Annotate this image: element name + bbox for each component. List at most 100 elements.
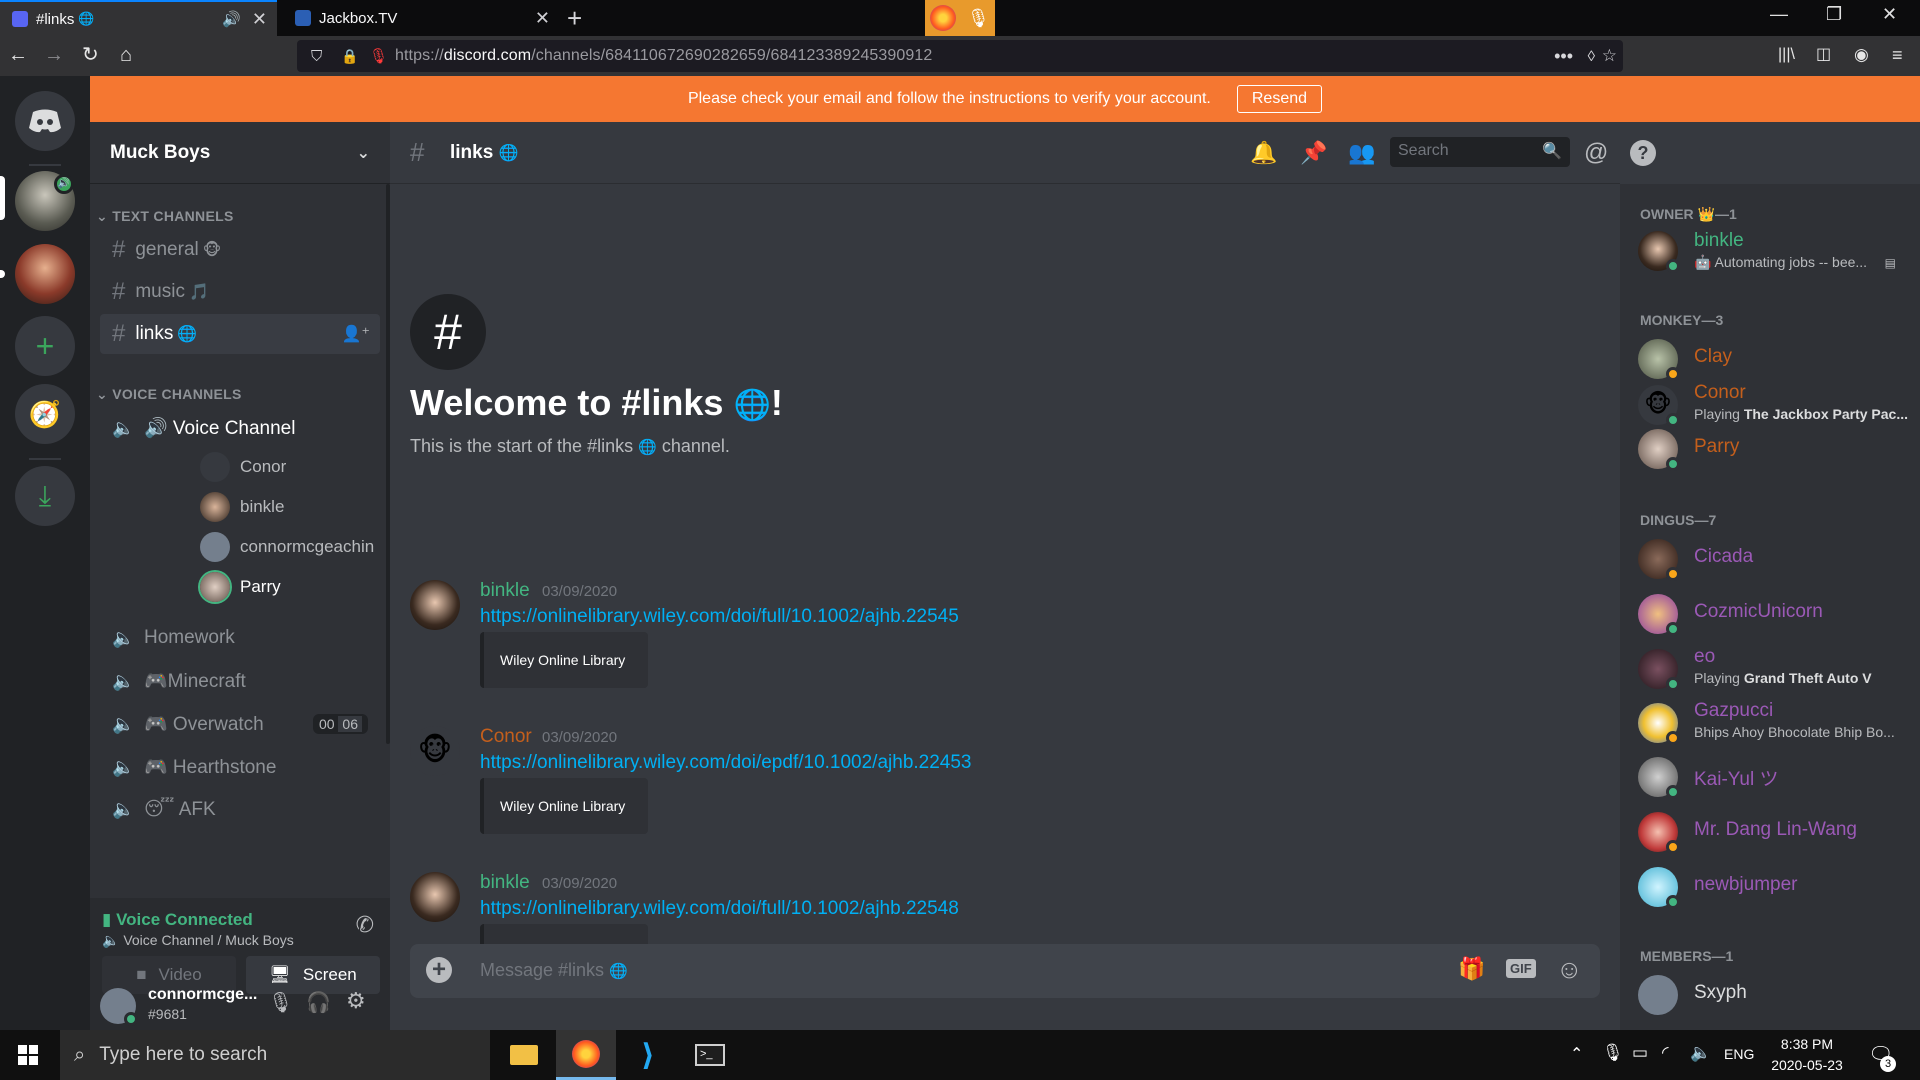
home-icon[interactable]: ⌂	[120, 44, 132, 66]
download-icon[interactable]: ⤓	[15, 466, 75, 526]
voice-channel[interactable]: 🔈 Homework	[100, 618, 380, 658]
message-link[interactable]: https://onlinelibrary.wiley.com/doi/full…	[480, 606, 959, 628]
pin-icon[interactable]: 📌	[1300, 140, 1327, 166]
member-item[interactable]: Mr. Dang Lin-Wang	[1638, 807, 1908, 857]
close-tab-icon[interactable]: ✕	[252, 9, 267, 30]
message-author[interactable]: Conor	[480, 726, 532, 748]
voice-member[interactable]: connormcgeachin	[200, 532, 374, 562]
avatar[interactable]: 🐵	[410, 726, 460, 776]
tab-jackbox[interactable]: Jackbox.TV ✕	[283, 0, 560, 36]
voice-member[interactable]: Conor	[200, 452, 286, 482]
server-header[interactable]: Muck Boys ⌄	[90, 122, 390, 184]
discord-home-icon[interactable]	[15, 91, 75, 151]
help-icon[interactable]: ?	[1630, 139, 1656, 166]
message-input[interactable]: Message #links 🌐	[480, 960, 628, 981]
server-other[interactable]	[15, 244, 75, 304]
restore-icon[interactable]: ❐	[1826, 4, 1842, 25]
channel-links[interactable]: # links 🌐 👤⁺	[100, 314, 380, 354]
link-embed[interactable]: Wiley Online Library	[480, 778, 648, 834]
sidebar-icon[interactable]: ◫	[1816, 44, 1831, 66]
avatar[interactable]	[410, 580, 460, 630]
settings-gear-icon[interactable]: ⚙	[346, 988, 366, 1014]
volume-icon[interactable]: 🔈	[1690, 1043, 1711, 1063]
close-tab-icon[interactable]: ✕	[535, 8, 550, 29]
upload-plus-icon[interactable]: +	[426, 957, 452, 983]
voice-channel[interactable]: 🔈 😴 AFK	[100, 789, 380, 829]
clock[interactable]: 8:38 PM 2020-05-23	[1768, 1034, 1846, 1076]
pocket-icon[interactable]: ◊	[1588, 48, 1595, 65]
page-actions-icon[interactable]: •••	[1554, 46, 1573, 67]
microphone-permission-icon[interactable]: 🎙	[369, 47, 388, 65]
language-indicator[interactable]: ENG	[1724, 1046, 1754, 1062]
explore-compass-icon[interactable]: 🧭	[15, 384, 75, 444]
tray-chevron-up-icon[interactable]: ⌃	[1570, 1044, 1583, 1064]
taskbar-search-input[interactable]: ⌕ Type here to search	[60, 1030, 490, 1080]
headphones-icon[interactable]: 🎧	[306, 990, 331, 1015]
member-item[interactable]: newbjumper	[1638, 862, 1908, 912]
speaker-icon[interactable]: 🔊	[222, 10, 241, 28]
gif-button[interactable]: GIF	[1506, 959, 1536, 978]
member-item[interactable]: CozmicUnicorn	[1638, 589, 1908, 639]
voice-channel[interactable]: 🔈 🎮Minecraft	[100, 661, 380, 701]
url-bar[interactable]: ⛉ 🔒 🎙 https://discord.com/channels/68411…	[297, 40, 1623, 72]
tab-links[interactable]: #links 🌐 🔊 ✕	[0, 0, 277, 36]
back-icon[interactable]: ←	[8, 44, 28, 66]
firefox-taskbar-icon[interactable]	[556, 1030, 616, 1080]
member-item[interactable]: Sxyph	[1638, 970, 1908, 1020]
voice-channel-main[interactable]: 🔈 🔊 Voice Channel	[100, 408, 380, 448]
mentions-icon[interactable]: @	[1584, 139, 1608, 167]
vscode-icon[interactable]: ⟩	[618, 1030, 678, 1080]
text-channels-category[interactable]: ⌄ TEXT CHANNELS	[96, 208, 234, 225]
microphone-icon[interactable]: 🎙	[268, 990, 293, 1015]
message-composer[interactable]: + Message #links 🌐 🎁 GIF ☺	[410, 944, 1600, 998]
member-item[interactable]: eo Playing Grand Theft Auto V	[1638, 644, 1908, 694]
member-item[interactable]: 🐵 Conor Playing The Jackbox Party Pac...	[1638, 380, 1908, 430]
channel-general[interactable]: # general 🐵	[100, 230, 380, 270]
notification-bell-icon[interactable]: 🔔	[1250, 140, 1277, 166]
voice-channel[interactable]: 🔈 🎮 Overwatch 00 06	[100, 704, 380, 744]
member-item[interactable]: Parry	[1638, 424, 1908, 474]
new-tab-icon[interactable]: +	[567, 3, 582, 34]
voice-channels-category[interactable]: ⌄ VOICE CHANNELS	[96, 386, 242, 403]
message-author[interactable]: binkle	[480, 872, 530, 894]
message-author[interactable]: binkle	[480, 580, 530, 602]
member-item[interactable]: Clay	[1638, 334, 1908, 384]
message-link[interactable]: https://onlinelibrary.wiley.com/doi/epdf…	[480, 752, 972, 774]
member-item[interactable]: binkle 🤖 Automating jobs -- bee... ▤	[1638, 226, 1908, 276]
member-item[interactable]: Kai-Yul ツ	[1638, 752, 1908, 802]
battery-icon[interactable]: ▭	[1632, 1043, 1648, 1063]
invite-icon[interactable]: 👤⁺	[342, 324, 370, 344]
shield-icon[interactable]: ⛉	[311, 48, 322, 65]
close-window-icon[interactable]: ✕	[1882, 4, 1897, 25]
library-icon[interactable]: |||\	[1778, 44, 1795, 66]
tray-microphone-icon[interactable]: 🎙	[1602, 1043, 1624, 1063]
voice-member[interactable]: Parry	[200, 572, 281, 602]
wifi-icon[interactable]: ◜	[1662, 1043, 1669, 1063]
link-embed[interactable]: Wiley Online Library	[480, 632, 648, 688]
voice-location[interactable]: 🔈 Voice Channel / Muck Boys	[102, 932, 294, 949]
menu-icon[interactable]: ≡	[1892, 44, 1903, 66]
file-explorer-icon[interactable]	[494, 1030, 554, 1080]
gift-icon[interactable]: 🎁	[1458, 956, 1485, 982]
member-item[interactable]: Gazpucci Bhips Ahoy Bhocolate Bhip Bo...	[1638, 698, 1908, 748]
channel-music[interactable]: # music 🎵	[100, 272, 380, 312]
minimize-icon[interactable]: —	[1770, 4, 1788, 25]
voice-member[interactable]: binkle	[200, 492, 284, 522]
search-input[interactable]: Search 🔍	[1390, 137, 1570, 167]
reload-icon[interactable]: ↻	[82, 44, 99, 66]
avatar[interactable]	[410, 872, 460, 922]
media-sharing-indicator[interactable]: 🎙	[925, 0, 995, 36]
account-icon[interactable]: ◉	[1854, 44, 1869, 66]
windows-start-icon[interactable]	[18, 1045, 38, 1065]
disconnect-icon[interactable]: ✆	[356, 912, 374, 938]
member-list-icon[interactable]: 👥	[1348, 140, 1375, 166]
emoji-picker-icon[interactable]: ☺	[1556, 954, 1583, 985]
resend-button[interactable]: Resend	[1236, 85, 1323, 113]
voice-channel[interactable]: 🔈 🎮 Hearthstone	[100, 747, 380, 787]
terminal-icon[interactable]: >_	[680, 1030, 740, 1080]
bookmark-star-icon[interactable]: ☆	[1602, 46, 1617, 66]
chevron-down-icon[interactable]: ⌄	[357, 143, 370, 163]
add-server-icon[interactable]: +	[15, 316, 75, 376]
forward-icon[interactable]: →	[44, 44, 64, 66]
lock-icon[interactable]: 🔒	[341, 48, 358, 65]
